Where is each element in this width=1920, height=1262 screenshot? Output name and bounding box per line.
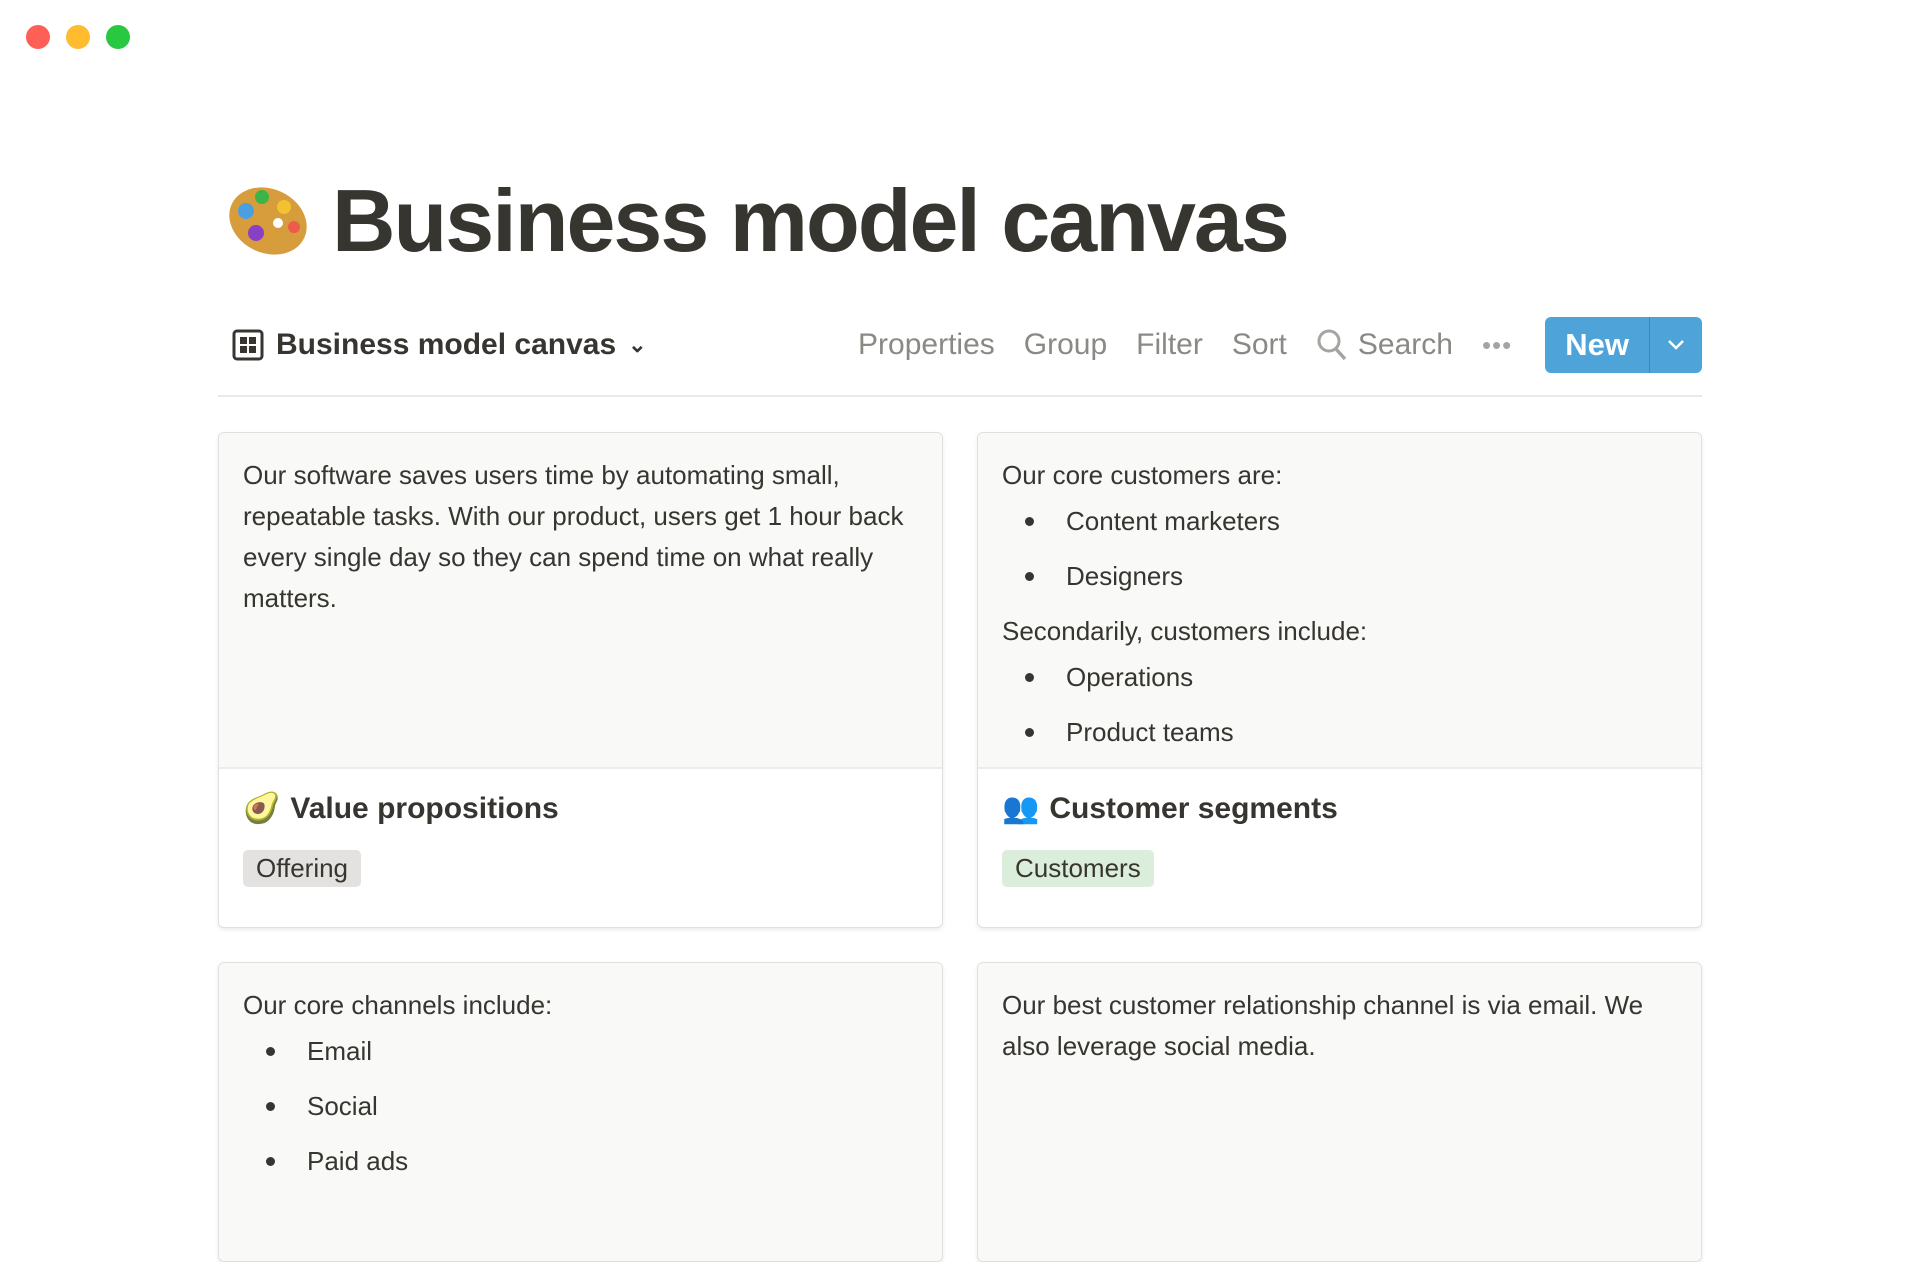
card-text: Our best customer relationship channel i… xyxy=(1002,990,1644,1061)
card-text: Our software saves users time by automat… xyxy=(243,460,904,613)
card-value-propositions[interactable]: Our software saves users time by automat… xyxy=(218,432,943,928)
database-toolbar: Business model canvas ⌄ Properties Group… xyxy=(218,315,1702,375)
avocado-icon: 🥑 xyxy=(243,792,281,825)
search-label: Search xyxy=(1357,328,1453,361)
card-title: Customer segments xyxy=(1049,791,1338,825)
search-button[interactable]: Search xyxy=(1316,328,1453,362)
more-options-icon[interactable]: ••• xyxy=(1482,330,1512,361)
new-button[interactable]: New xyxy=(1545,317,1650,373)
busts-icon: 👥 xyxy=(1002,792,1040,825)
new-dropdown-button[interactable] xyxy=(1650,317,1702,373)
list-item: Paid ads xyxy=(243,1141,918,1182)
page-title: Business model canvas xyxy=(332,171,1290,270)
card-text: Our core channels include: xyxy=(243,990,553,1020)
artist-palette-icon xyxy=(229,187,307,255)
toolbar-divider xyxy=(218,395,1702,397)
list-item: Designers xyxy=(1002,556,1677,597)
list-item: Email xyxy=(243,1031,918,1072)
card-customer-relationships[interactable]: Our best customer relationship channel i… xyxy=(977,962,1702,1262)
tag-customers: Customers xyxy=(1002,850,1154,887)
card-preview: Our core customers are: Content marketer… xyxy=(978,433,1701,769)
new-button-group: New xyxy=(1545,317,1702,373)
list-item: Operations xyxy=(1002,657,1677,698)
card-preview: Our software saves users time by automat… xyxy=(219,433,942,769)
view-name: Business model canvas xyxy=(276,328,617,361)
view-selector[interactable]: Business model canvas ⌄ xyxy=(232,328,647,362)
page-header: Business model canvas xyxy=(226,170,1290,272)
filter-button[interactable]: Filter xyxy=(1136,328,1203,362)
list-item: Product teams xyxy=(1002,712,1677,753)
chevron-down-icon xyxy=(1668,340,1684,350)
card-preview: Our best customer relationship channel i… xyxy=(978,963,1701,1261)
gallery-view-icon xyxy=(232,329,264,361)
card-preview: Our core channels include: Email Social Pa… xyxy=(219,963,942,1261)
list-item: Social xyxy=(243,1086,918,1127)
tag-offering: Offering xyxy=(243,850,362,887)
minimize-button[interactable] xyxy=(66,25,90,49)
card-text: Our core customers are: xyxy=(1002,460,1283,490)
card-title: Value propositions xyxy=(290,791,559,825)
search-icon xyxy=(1317,329,1347,361)
chevron-down-icon: ⌄ xyxy=(628,332,647,357)
card-text: Secondarily, customers include: xyxy=(1002,616,1368,646)
sort-button[interactable]: Sort xyxy=(1232,328,1287,362)
list-item: Content marketers xyxy=(1002,501,1677,542)
card-channels[interactable]: Our core channels include: Email Social Pa… xyxy=(218,962,943,1262)
group-button[interactable]: Group xyxy=(1024,328,1107,362)
maximize-button[interactable] xyxy=(106,25,130,49)
close-button[interactable] xyxy=(26,25,50,49)
properties-button[interactable]: Properties xyxy=(858,328,995,362)
card-customer-segments[interactable]: Our core customers are: Content marketer… xyxy=(977,432,1702,928)
